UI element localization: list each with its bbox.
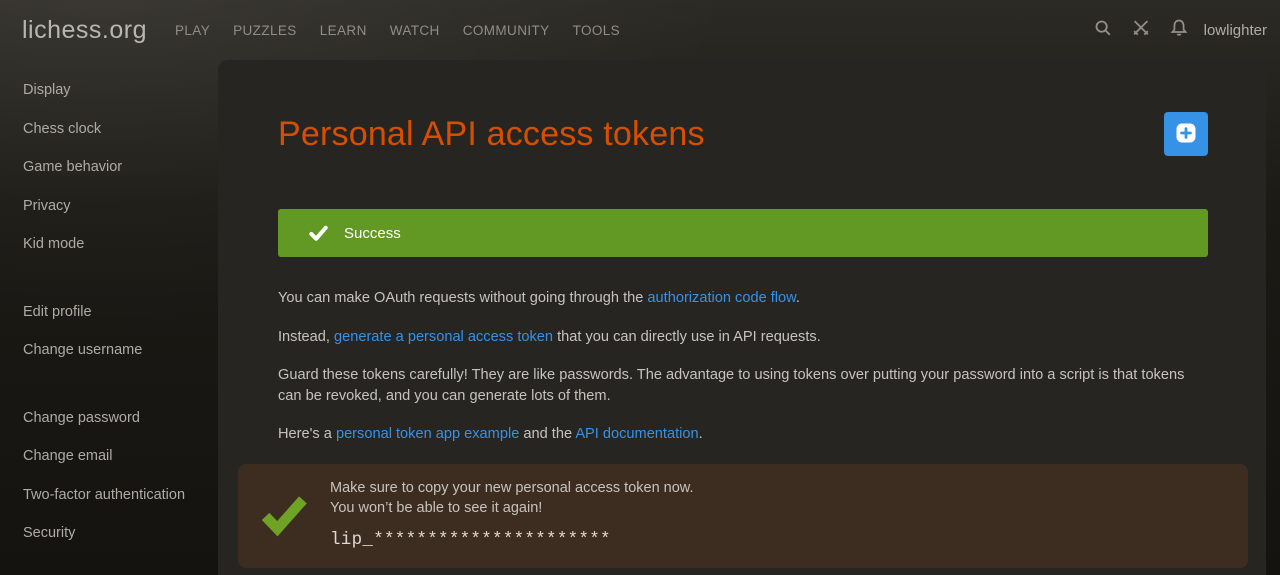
top-navigation: lichess.org PLAY PUZZLES LEARN WATCH COMMUNI… — [0, 0, 1280, 60]
paragraph: You can make OAuth requests without goin… — [278, 288, 1208, 309]
success-banner-label: Success — [344, 225, 401, 242]
search-button[interactable] — [1084, 11, 1122, 49]
main-nav: PLAY PUZZLES LEARN WATCH COMMUNITY TOOLS — [175, 23, 1084, 38]
paragraph-text: . — [796, 290, 800, 306]
text-link-api-documentation[interactable]: API documentation — [575, 426, 698, 442]
sidebar-group: Change passwordChange emailTwo-factor au… — [0, 399, 218, 553]
paragraph-text: You can make OAuth requests without goin… — [278, 290, 647, 306]
top-right-controls: lowlighter — [1084, 11, 1267, 49]
paragraph-text: Here's a — [278, 426, 336, 442]
text-link-generate-a-personal-access-token[interactable]: generate a personal access token — [334, 329, 553, 345]
sidebar-item-game-behavior[interactable]: Game behavior — [0, 148, 218, 187]
sidebar-item-privacy[interactable]: Privacy — [0, 187, 218, 226]
intro-paragraphs: You can make OAuth requests without goin… — [278, 288, 1208, 445]
nav-item-community[interactable]: COMMUNITY — [463, 23, 550, 38]
success-banner: Success — [278, 209, 1208, 257]
sidebar-item-change-password[interactable]: Change password — [0, 399, 218, 438]
nav-item-learn[interactable]: LEARN — [320, 23, 367, 38]
big-check-icon — [238, 477, 330, 553]
sidebar-group: DisplayChess clockGame behaviorPrivacyKi… — [0, 71, 218, 264]
nav-item-tools[interactable]: TOOLS — [573, 23, 621, 38]
page-title: Personal API access tokens — [278, 115, 705, 154]
sidebar-item-chess-clock[interactable]: Chess clock — [0, 110, 218, 149]
paragraph: Here's a personal token app example and … — [278, 424, 1208, 445]
sidebar-item-display[interactable]: Display — [0, 71, 218, 110]
paragraph-text: and the — [519, 426, 575, 442]
sidebar-item-change-username[interactable]: Change username — [0, 331, 218, 370]
token-value[interactable]: lip_********************** — [330, 530, 694, 550]
sidebar-item-edit-profile[interactable]: Edit profile — [0, 293, 218, 332]
new-token-button[interactable] — [1164, 112, 1208, 156]
paragraph: Instead, generate a personal access toke… — [278, 327, 1208, 348]
lichess-logo[interactable]: lichess.org — [22, 16, 147, 45]
challenge-swords-icon — [1130, 17, 1152, 44]
notifications-button[interactable] — [1160, 11, 1198, 49]
paragraph-text: Guard these tokens carefully! They are l… — [278, 367, 1184, 404]
challenge-button[interactable] — [1122, 11, 1160, 49]
nav-item-watch[interactable]: WATCH — [390, 23, 440, 38]
token-copy-warning-line1: Make sure to copy your new personal acce… — [330, 478, 694, 498]
page-header: Personal API access tokens — [278, 112, 1208, 156]
token-copy-warning-line2: You won’t be able to see it again! — [330, 498, 694, 518]
check-icon — [308, 223, 329, 244]
notifications-bell-icon — [1168, 17, 1190, 44]
sidebar-item-change-email[interactable]: Change email — [0, 437, 218, 476]
text-link-authorization-code-flow[interactable]: authorization code flow — [647, 290, 795, 306]
page-layout: DisplayChess clockGame behaviorPrivacyKi… — [0, 60, 1280, 575]
nav-item-play[interactable]: PLAY — [175, 23, 210, 38]
nav-item-puzzles[interactable]: PUZZLES — [233, 23, 297, 38]
paragraph-text: that you can directly use in API request… — [553, 329, 821, 345]
user-menu[interactable]: lowlighter — [1204, 22, 1267, 39]
search-icon — [1092, 17, 1114, 44]
sidebar-item-two-factor-authentication[interactable]: Two-factor authentication — [0, 476, 218, 515]
token-texts: Make sure to copy your new personal acce… — [330, 477, 694, 553]
settings-sidebar: DisplayChess clockGame behaviorPrivacyKi… — [0, 60, 218, 575]
sidebar-item-kid-mode[interactable]: Kid mode — [0, 225, 218, 264]
text-link-personal-token-app-example[interactable]: personal token app example — [336, 426, 519, 442]
token-reveal-box: Make sure to copy your new personal acce… — [238, 464, 1248, 568]
plus-square-icon — [1174, 121, 1198, 148]
paragraph: Guard these tokens carefully! They are l… — [278, 365, 1208, 406]
content-panel: Personal API access tokens Success You c… — [218, 60, 1266, 575]
paragraph-text: Instead, — [278, 329, 334, 345]
sidebar-group: Edit profileChange username — [0, 293, 218, 370]
sidebar-item-security[interactable]: Security — [0, 514, 218, 553]
paragraph-text: . — [699, 426, 703, 442]
